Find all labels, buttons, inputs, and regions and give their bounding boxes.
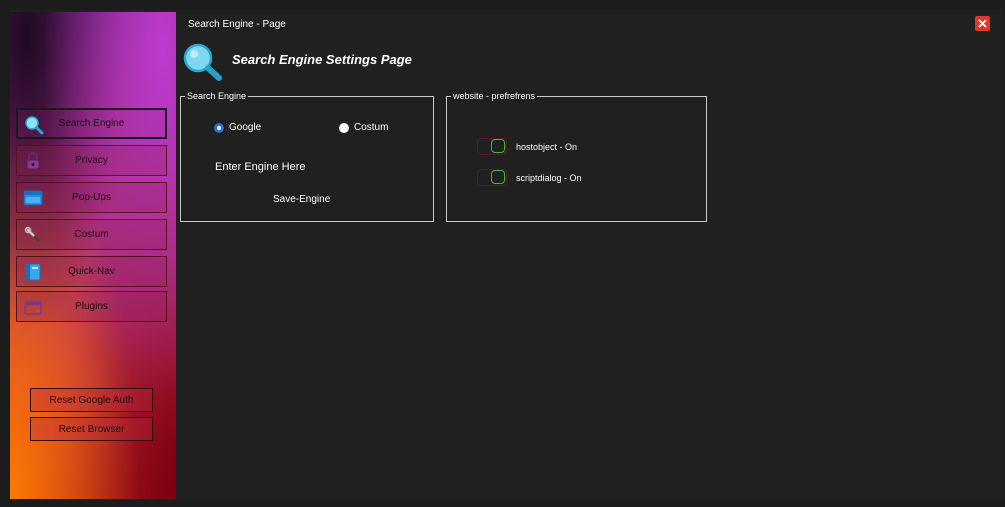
sidebar-item-pop-ups[interactable]: Pop-Ups: [16, 182, 167, 213]
group-title: Search Engine: [185, 90, 249, 102]
radio-dot: [214, 122, 224, 133]
radio-dot: [339, 122, 349, 133]
close-icon: [978, 15, 987, 33]
app-window: Search Engine Privacy Pop-Ups Costum Qui…: [10, 10, 1003, 500]
sidebar-item-quick-nav[interactable]: Quick-Nav: [16, 256, 167, 287]
sidebar-item-privacy[interactable]: Privacy: [16, 145, 167, 176]
sidebar: Search Engine Privacy Pop-Ups Costum Qui…: [10, 12, 176, 499]
sidebar-item-costum[interactable]: Costum: [16, 219, 167, 250]
group-title: website - prefrefrens: [451, 90, 538, 102]
radio-costum[interactable]: Costum: [339, 122, 388, 133]
reset-browser-button[interactable]: Reset Browser: [30, 417, 153, 441]
radio-label: Costum: [354, 122, 389, 133]
close-button[interactable]: [975, 16, 990, 31]
sidebar-item-label: Pop-Ups: [72, 192, 111, 203]
toggle-label: scriptdialog - On: [516, 172, 582, 183]
sidebar-item-search-engine[interactable]: Search Engine: [16, 108, 167, 139]
sidebar-item-label: Search Engine: [58, 118, 125, 129]
sidebar-item-label: Privacy: [75, 155, 108, 166]
sidebar-item-label: Quick-Nav: [68, 266, 115, 277]
magnifier-icon: [182, 43, 224, 81]
window-title: Search Engine - Page: [188, 19, 286, 30]
sidebar-item-label: Plugins: [75, 301, 108, 312]
scriptdialog-toggle[interactable]: [477, 169, 507, 186]
hostobject-toggle[interactable]: [477, 138, 507, 155]
search-engine-group: Search Engine Google Costum Enter Engine…: [180, 90, 434, 222]
hostobject-toggle-row: hostobject - On: [477, 138, 577, 155]
sidebar-item-plugins[interactable]: Plugins: [16, 291, 167, 322]
radio-google[interactable]: Google: [214, 122, 261, 133]
website-preferences-group: website - prefrefrens hostobject - On sc…: [446, 90, 707, 222]
toggle-label: hostobject - On: [516, 141, 578, 152]
engine-input[interactable]: Enter Engine Here: [215, 161, 306, 173]
scriptdialog-toggle-row: scriptdialog - On: [477, 169, 582, 186]
page-heading: Search Engine Settings Page: [232, 52, 412, 67]
radio-label: Google: [229, 122, 262, 133]
save-engine-button[interactable]: Save-Engine: [273, 194, 330, 205]
reset-google-auth-button[interactable]: Reset Google Auth: [30, 388, 153, 412]
sidebar-item-label: Costum: [74, 229, 109, 240]
